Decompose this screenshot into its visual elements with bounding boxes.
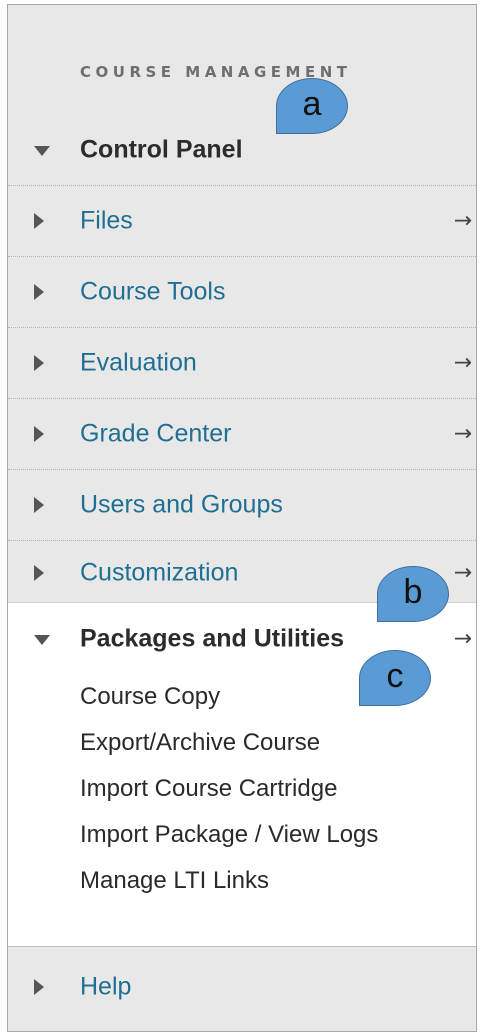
- collapsed-triangle-icon[interactable]: [34, 284, 44, 300]
- arrow-right-icon[interactable]: →: [454, 422, 472, 447]
- collapsed-triangle-icon[interactable]: [34, 426, 44, 442]
- callout-a: a: [276, 78, 348, 134]
- menu-item-label[interactable]: Customization: [80, 558, 238, 587]
- menu-item-label: Control Panel: [80, 135, 243, 164]
- menu-item-label[interactable]: Users and Groups: [80, 491, 283, 520]
- submenu-item-import-course-cartridge[interactable]: Import Course Cartridge: [80, 775, 337, 803]
- menu-item-label[interactable]: Files: [80, 207, 133, 236]
- arrow-right-icon[interactable]: →: [454, 626, 472, 651]
- submenu-item-import-package-view-logs[interactable]: Import Package / View Logs: [80, 821, 378, 849]
- arrow-right-icon[interactable]: →: [454, 209, 472, 234]
- submenu-item-manage-lti-links[interactable]: Manage LTI Links: [80, 867, 269, 895]
- collapsed-triangle-icon[interactable]: [34, 213, 44, 229]
- expanded-triangle-icon[interactable]: [34, 146, 50, 156]
- menu-item-help[interactable]: Help: [8, 951, 476, 1022]
- collapsed-triangle-icon[interactable]: [34, 497, 44, 513]
- arrow-right-icon[interactable]: →: [454, 560, 472, 585]
- course-management-panel: COURSE MANAGEMENT Control Panel Files → …: [7, 4, 477, 1032]
- collapsed-triangle-icon[interactable]: [34, 978, 44, 995]
- callout-b: b: [377, 566, 449, 622]
- menu-item-grade-center[interactable]: Grade Center →: [8, 399, 476, 470]
- submenu-item-export-archive-course[interactable]: Export/Archive Course: [80, 729, 320, 757]
- arrow-right-icon[interactable]: →: [454, 351, 472, 376]
- menu-item-label[interactable]: Course Tools: [80, 278, 225, 307]
- menu-item-evaluation[interactable]: Evaluation →: [8, 328, 476, 399]
- submenu-item-course-copy[interactable]: Course Copy: [80, 683, 220, 711]
- menu-item-control-panel[interactable]: Control Panel: [8, 115, 476, 186]
- collapsed-triangle-icon[interactable]: [34, 355, 44, 371]
- menu-item-course-tools[interactable]: Course Tools: [8, 257, 476, 328]
- menu-item-users-and-groups[interactable]: Users and Groups: [8, 470, 476, 541]
- menu-item-label[interactable]: Help: [80, 972, 131, 1001]
- menu-item-label[interactable]: Evaluation: [80, 349, 197, 378]
- collapsed-triangle-icon[interactable]: [34, 564, 44, 581]
- expanded-triangle-icon[interactable]: [34, 634, 50, 645]
- callout-c: c: [359, 650, 431, 706]
- menu-item-files[interactable]: Files →: [8, 186, 476, 257]
- menu-item-label: Packages and Utilities: [80, 624, 345, 652]
- menu-item-label[interactable]: Grade Center: [80, 420, 231, 449]
